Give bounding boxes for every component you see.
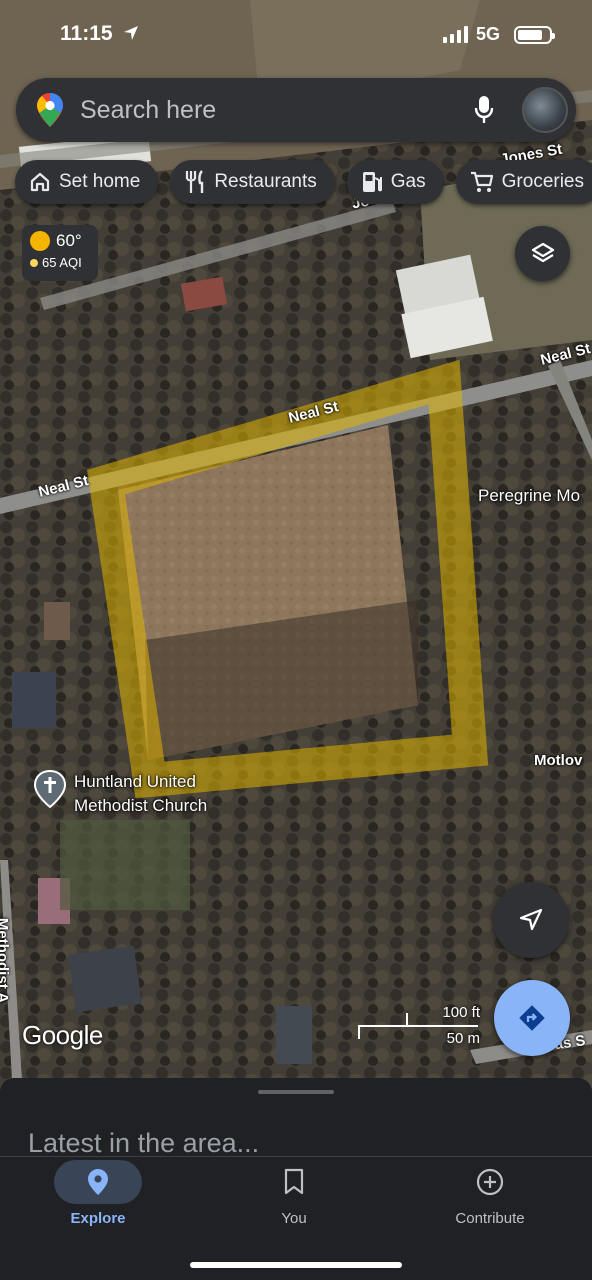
category-chips: Set home Restaurants Gas Groceries xyxy=(15,160,592,204)
add-circle-icon xyxy=(476,1168,504,1196)
nav-you[interactable]: You xyxy=(219,1157,369,1237)
layers-icon xyxy=(531,242,554,262)
mic-icon xyxy=(474,96,494,123)
network-type: 5G xyxy=(475,24,500,44)
chip-label: Groceries xyxy=(501,171,584,192)
chip-groceries[interactable]: Groceries xyxy=(455,160,592,204)
weather-aqi: 65 AQI xyxy=(42,255,82,270)
scale-metric: 50 m xyxy=(446,1030,480,1047)
sun-icon xyxy=(30,231,50,251)
directions-button[interactable] xyxy=(494,980,570,1056)
signal-icon xyxy=(442,26,468,43)
search-input[interactable]: Search here xyxy=(80,96,464,125)
location-arrow-icon xyxy=(124,26,139,40)
drag-handle[interactable] xyxy=(258,1090,334,1094)
weather-temp: 60° xyxy=(56,231,82,250)
directions-icon xyxy=(519,1005,545,1031)
scale-imperial: 100 ft xyxy=(442,1004,480,1021)
nav-explore[interactable]: Explore xyxy=(23,1157,173,1237)
chip-restaurants[interactable]: Restaurants xyxy=(170,160,335,204)
my-location-button[interactable] xyxy=(493,882,569,958)
poi-peregrine[interactable]: Peregrine Mo xyxy=(478,484,580,508)
navigation-arrow-icon xyxy=(519,908,543,931)
aqi-dot-icon xyxy=(30,258,38,267)
account-avatar[interactable] xyxy=(522,87,568,133)
home-indicator[interactable] xyxy=(190,1262,402,1268)
google-maps-pin-icon xyxy=(37,93,63,127)
mic-button[interactable] xyxy=(464,90,504,130)
battery-icon xyxy=(514,25,555,44)
gas-pump-icon xyxy=(362,172,382,192)
google-logo: Google xyxy=(22,1020,103,1050)
poi-church-line1: Huntland United xyxy=(74,772,196,791)
nav-contribute[interactable]: Contribute xyxy=(415,1157,565,1237)
weather-widget[interactable]: 60° 65 AQI xyxy=(22,225,98,281)
sheet-title: Latest in the area... xyxy=(28,1128,260,1158)
road-label-motlov: Motlov xyxy=(534,752,583,769)
chip-gas[interactable]: Gas xyxy=(346,160,444,204)
poi-church[interactable]: Huntland United Methodist Church xyxy=(34,770,207,818)
home-icon xyxy=(30,172,50,192)
poi-church-line2: Methodist Church xyxy=(74,796,208,815)
status-bar: 11:15 5G xyxy=(0,0,592,70)
nav-label: Explore xyxy=(70,1210,126,1227)
bookmark-icon xyxy=(284,1168,304,1195)
chip-set-home[interactable]: Set home xyxy=(15,160,159,204)
status-time: 11:15 xyxy=(60,22,113,45)
search-bar[interactable]: Search here xyxy=(16,78,576,142)
church-pin-icon xyxy=(34,770,66,808)
nav-label: You xyxy=(281,1210,307,1227)
road-label-methodist-ave: Methodist A xyxy=(0,917,12,1003)
chip-label: Gas xyxy=(390,171,426,192)
map-scale: 100 ft 50 m xyxy=(358,1004,488,1052)
cart-icon xyxy=(470,171,493,192)
chip-label: Set home xyxy=(59,171,141,192)
fork-knife-icon xyxy=(186,170,204,193)
explore-pin-icon xyxy=(88,1169,108,1195)
layers-button[interactable] xyxy=(515,226,570,281)
nav-label: Contribute xyxy=(455,1210,525,1227)
chip-label: Restaurants xyxy=(214,171,317,192)
